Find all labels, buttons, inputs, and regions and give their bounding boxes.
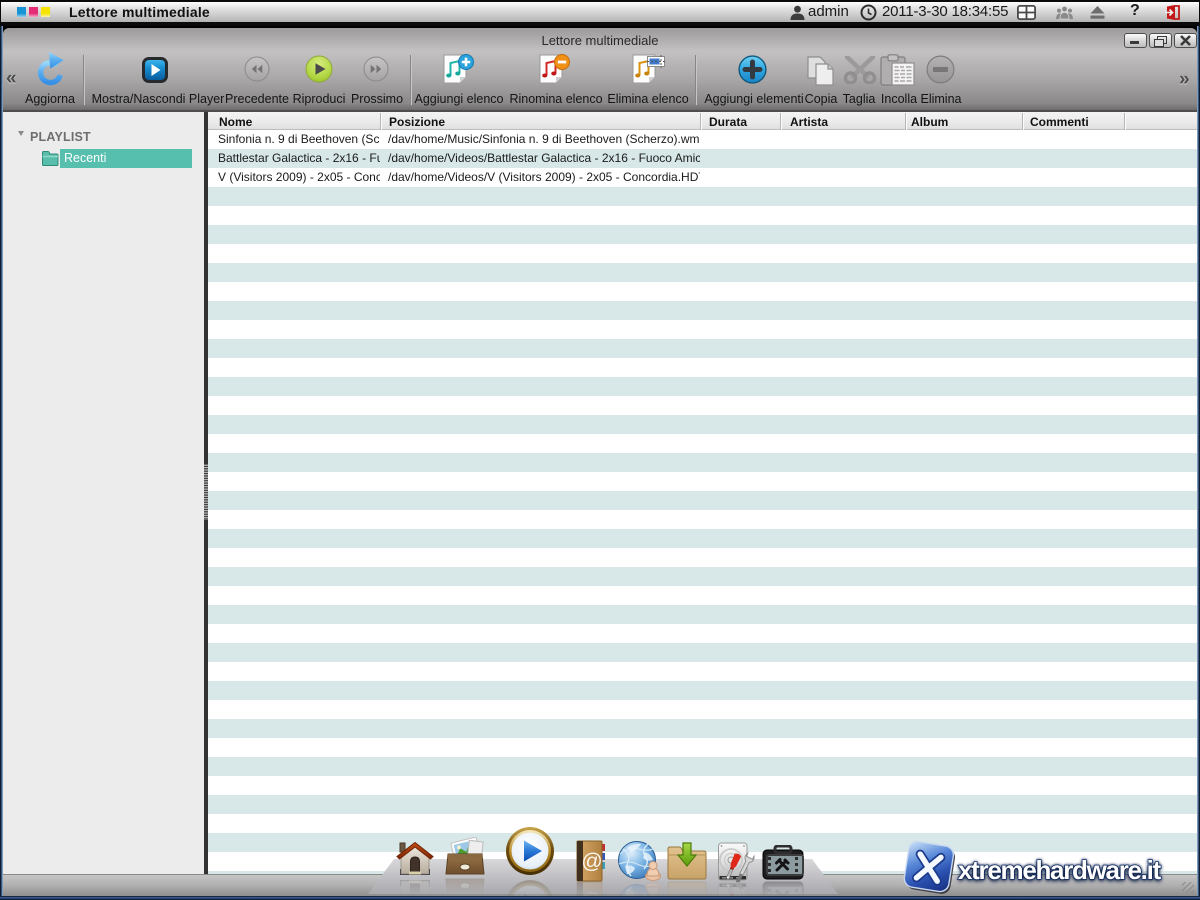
svg-text:@: @ [581, 850, 602, 873]
